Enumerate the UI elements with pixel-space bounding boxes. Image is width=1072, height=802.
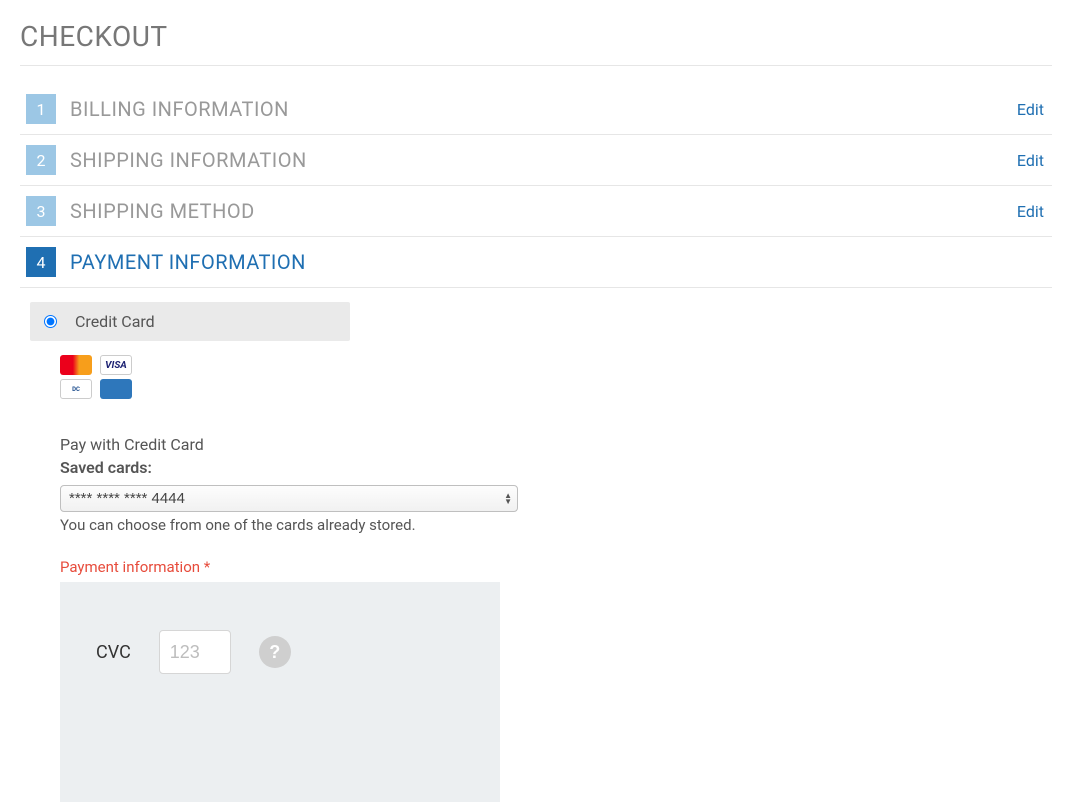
edit-shipping-method-link[interactable]: Edit (1017, 202, 1044, 221)
edit-billing-link[interactable]: Edit (1017, 100, 1044, 119)
step-number-3: 3 (26, 196, 56, 226)
chevron-updown-icon: ▲▼ (504, 493, 512, 505)
step-shipping-info: 2 SHIPPING INFORMATION Edit (20, 135, 1052, 186)
step-number-1: 1 (26, 94, 56, 124)
pay-with-credit-card-heading: Pay with Credit Card (60, 435, 1052, 454)
payment-method-credit-card[interactable]: Credit Card (30, 302, 350, 341)
visa-icon: VISA (100, 355, 132, 375)
cvc-help-button[interactable]: ? (259, 636, 291, 668)
credit-card-label: Credit Card (75, 312, 155, 331)
amex-icon (100, 379, 132, 399)
step-number-4: 4 (26, 247, 56, 277)
step-shipping-method: 3 SHIPPING METHOD Edit (20, 186, 1052, 237)
cvc-label: CVC (96, 642, 131, 663)
saved-cards-select[interactable]: **** **** **** 4444 (60, 485, 518, 512)
step-billing: 1 BILLING INFORMATION Edit (20, 84, 1052, 135)
step-number-2: 2 (26, 145, 56, 175)
page-title: CHECKOUT (20, 20, 1052, 66)
payment-information-error: Payment information * (60, 558, 1052, 576)
step-title-shipping-method: SHIPPING METHOD (70, 199, 1017, 223)
step-title-shipping-info: SHIPPING INFORMATION (70, 148, 1017, 172)
step-title-billing: BILLING INFORMATION (70, 97, 1017, 121)
saved-cards-help-text: You can choose from one of the cards alr… (60, 516, 1052, 534)
saved-cards-select-wrap: **** **** **** 4444 ▲▼ (60, 485, 518, 512)
cvc-panel: CVC ? (60, 582, 500, 802)
edit-shipping-info-link[interactable]: Edit (1017, 151, 1044, 170)
credit-card-radio[interactable] (44, 315, 57, 328)
diners-club-icon: DC (60, 379, 92, 399)
step-payment: 4 PAYMENT INFORMATION (20, 237, 1052, 288)
step-title-payment: PAYMENT INFORMATION (70, 250, 1052, 274)
saved-cards-label: Saved cards: (60, 458, 1052, 477)
mastercard-icon (60, 355, 92, 375)
cvc-input[interactable] (159, 630, 231, 674)
card-logos: DC VISA (60, 355, 1052, 399)
payment-section: Credit Card DC VISA Pay with Credit Card… (20, 288, 1052, 802)
